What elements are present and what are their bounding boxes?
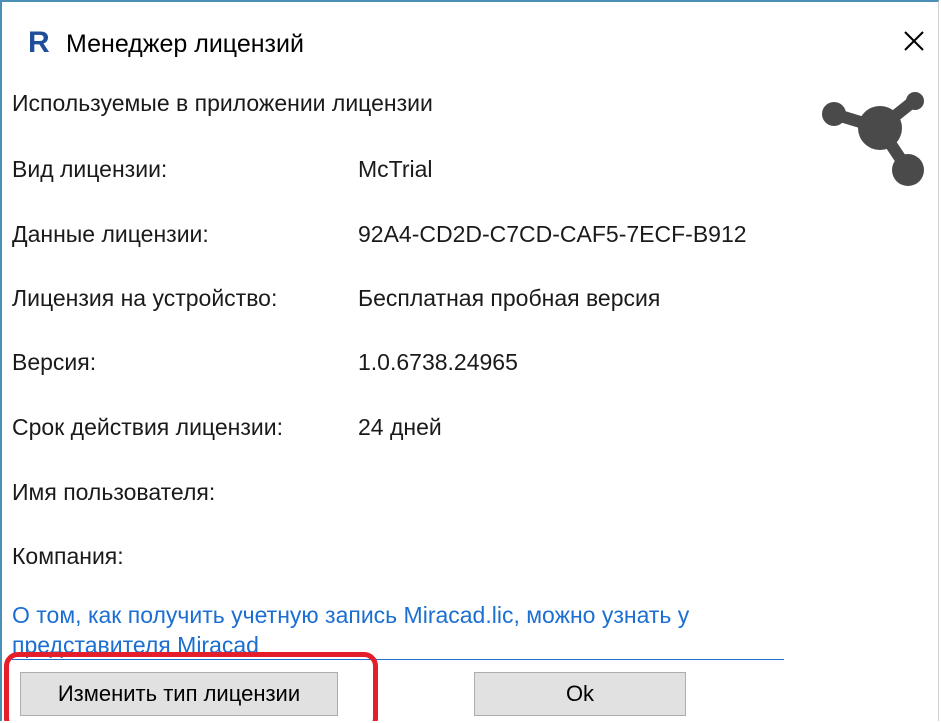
close-button[interactable] xyxy=(897,24,931,58)
close-icon xyxy=(904,31,924,51)
device-license-label: Лицензия на устройство: xyxy=(12,285,278,311)
change-license-type-button[interactable]: Изменить тип лицензии xyxy=(20,672,338,716)
section-title: Используемые в приложении лицензии xyxy=(12,90,433,116)
ok-button[interactable]: Ok xyxy=(474,672,686,716)
title-bar: R Менеджер лицензий xyxy=(2,2,938,78)
company-label: Компания: xyxy=(12,543,124,569)
license-type-value: McTrial xyxy=(358,156,433,182)
license-manager-window: R Менеджер лицензий Используемые в прило… xyxy=(0,0,939,721)
revit-app-icon: R xyxy=(28,28,54,58)
account-info-link[interactable]: О том, как получить учетную запись Mirac… xyxy=(12,600,792,660)
license-expiry-label: Срок действия лицензии: xyxy=(12,414,283,440)
version-value: 1.0.6738.24965 xyxy=(358,349,518,375)
license-data-label: Данные лицензии: xyxy=(12,221,209,247)
window-title: Менеджер лицензий xyxy=(66,30,304,58)
license-expiry-value: 24 дней xyxy=(358,414,442,440)
app-icon-letter: R xyxy=(28,26,50,59)
license-type-label: Вид лицензии: xyxy=(12,156,168,182)
device-license-value: Бесплатная пробная версия xyxy=(358,285,661,311)
separator-line xyxy=(12,659,784,660)
molecule-icon xyxy=(822,92,924,186)
version-label: Версия: xyxy=(12,349,97,375)
license-data-value: 92A4-CD2D-C7CD-CAF5-7ECF-B912 xyxy=(358,221,747,247)
user-name-label: Имя пользователя: xyxy=(12,479,216,505)
